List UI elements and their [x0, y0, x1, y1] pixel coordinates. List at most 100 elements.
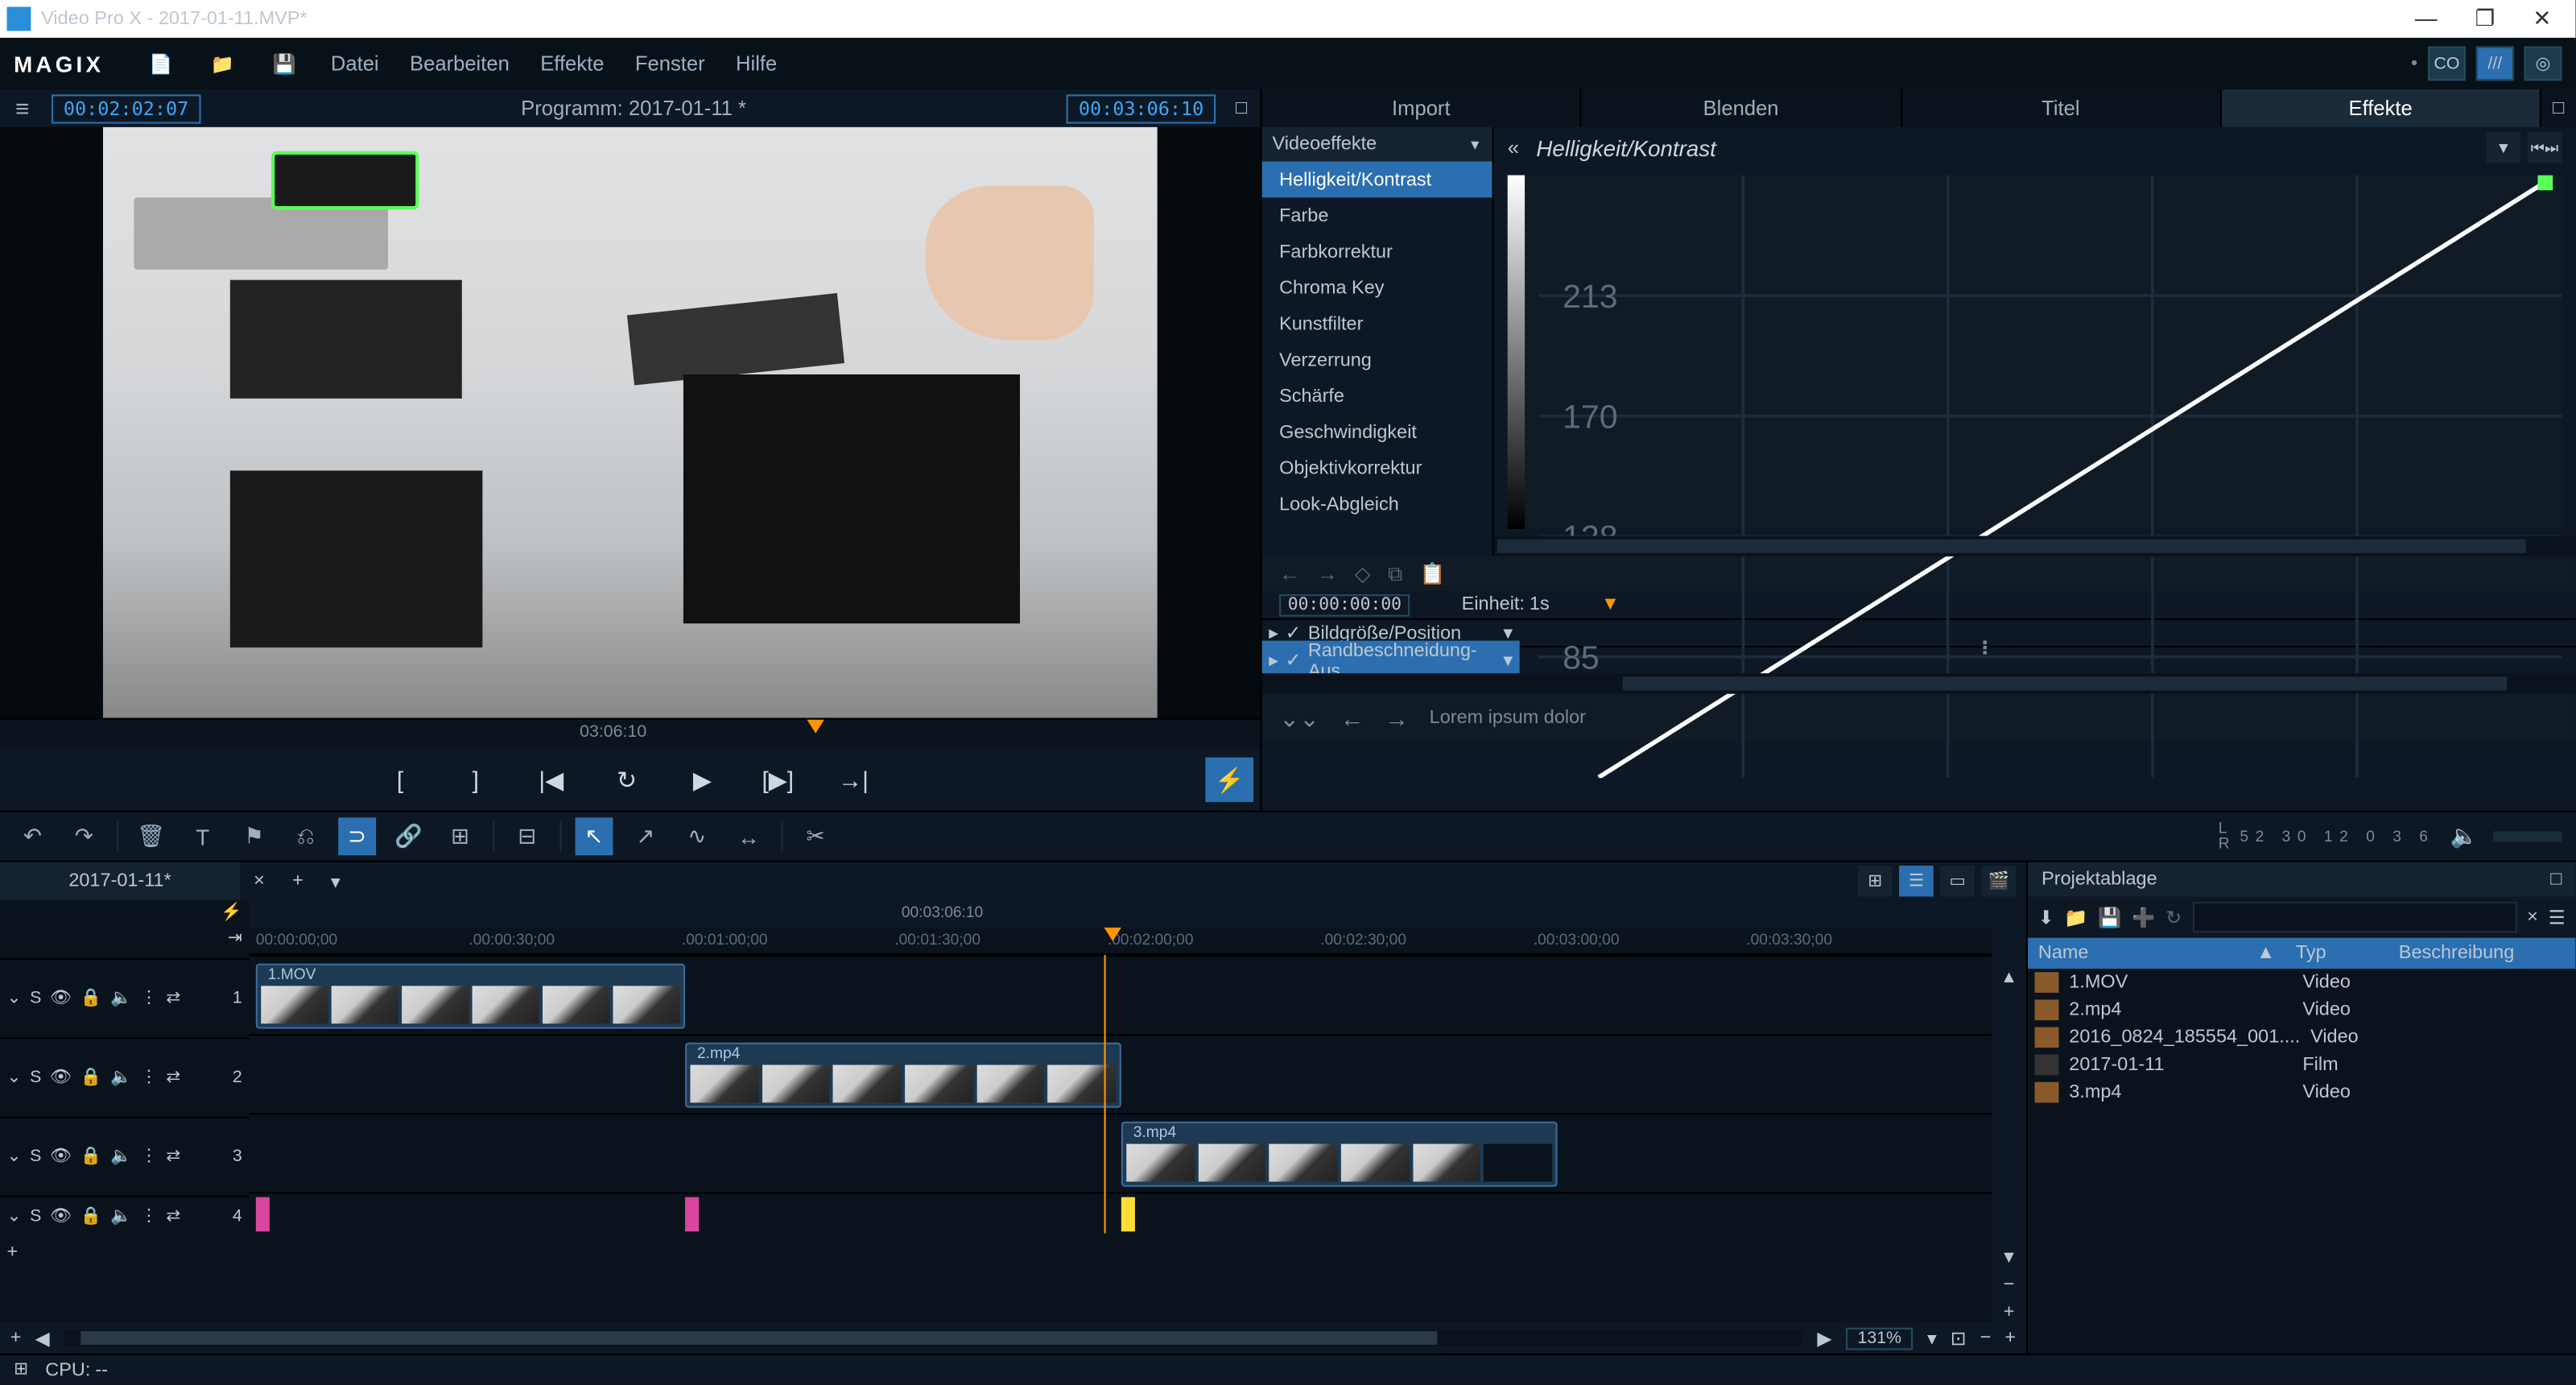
- track-header-1[interactable]: ⌄S👁🔒🔈⋮⇄1: [0, 958, 249, 1037]
- list-item[interactable]: 3.mp4Video: [2028, 1079, 2575, 1106]
- kf-timecode[interactable]: 00:00:00:00: [1279, 593, 1410, 616]
- zoom-in-icon[interactable]: +: [2004, 1328, 2016, 1349]
- import-icon[interactable]: ⬇: [2038, 906, 2054, 928]
- add-folder-icon[interactable]: ➕: [2132, 906, 2155, 928]
- scroll-right-icon[interactable]: ▶: [1817, 1327, 1831, 1350]
- playhead-line[interactable]: [1104, 955, 1106, 1234]
- volume-slider[interactable]: [2493, 831, 2562, 841]
- col-beschreibung[interactable]: Beschreibung: [2388, 938, 2524, 969]
- fx-item-farbkorrektur[interactable]: Farbkorrektur: [1262, 234, 1492, 270]
- timeline-ruler[interactable]: 00:00:00;00 .00:00:30;00 .00:01:00;00 .0…: [249, 928, 1992, 955]
- go-end-button[interactable]: →|: [835, 761, 873, 799]
- view-alt-icon[interactable]: ▭: [1940, 866, 1975, 896]
- tab-close-icon[interactable]: ×: [240, 870, 279, 891]
- fx-group-dropdown[interactable]: Videoeffekte ▼: [1262, 127, 1492, 162]
- track-1[interactable]: 1.MOV: [249, 955, 1992, 1034]
- menu-fenster[interactable]: Fenster: [635, 52, 705, 76]
- tab-blenden[interactable]: Blenden: [1582, 89, 1901, 127]
- new-file-icon[interactable]: 📄: [146, 48, 176, 79]
- track-3[interactable]: 3.mp4: [249, 1113, 1992, 1192]
- dot-icon[interactable]: •: [2411, 53, 2417, 74]
- scroll-down-icon[interactable]: ▼: [2000, 1249, 2017, 1267]
- curve-editor[interactable]: 213 170 128 85: [1508, 176, 2562, 529]
- menu-effekte[interactable]: Effekte: [540, 52, 604, 76]
- redo-button[interactable]: ↷: [65, 817, 103, 855]
- fx-item-verzerrung[interactable]: Verzerrung: [1262, 341, 1492, 378]
- zoom-out-v-icon[interactable]: −: [2004, 1275, 2015, 1296]
- close-button[interactable]: ✕: [2533, 5, 2551, 32]
- list-item[interactable]: 2016_0824_185554_001....Video: [2028, 1023, 2575, 1051]
- marker-button[interactable]: ⚑: [235, 817, 273, 855]
- track-header-2[interactable]: ⌄S👁🔒🔈⋮⇄2: [0, 1037, 249, 1116]
- curve-tool[interactable]: ∿: [679, 817, 716, 855]
- fx-item-geschwindigkeit[interactable]: Geschwindigkeit: [1262, 414, 1492, 450]
- track-2[interactable]: 2.mp4: [249, 1034, 1992, 1113]
- lightning-button[interactable]: ⚡: [1205, 758, 1253, 802]
- kf-prev-icon[interactable]: ←: [1279, 561, 1300, 585]
- zoom-in-v-icon[interactable]: +: [2004, 1302, 2015, 1323]
- view-list-icon[interactable]: ☰: [1899, 866, 1934, 896]
- clip-3mp4[interactable]: 3.mp4: [1121, 1122, 1558, 1187]
- chevron-down-icon[interactable]: ▾: [1503, 649, 1513, 672]
- fx-item-lookabgleich[interactable]: Look-Abgleich: [1262, 486, 1492, 523]
- mode-btn-1[interactable]: CO: [2428, 47, 2466, 81]
- lightning-small-icon[interactable]: ⚡: [221, 903, 242, 922]
- preview-playhead-icon[interactable]: [807, 720, 824, 734]
- marker-pink[interactable]: [685, 1197, 699, 1232]
- open-folder-icon[interactable]: 📁: [207, 48, 237, 79]
- fx-item-helligkeit[interactable]: Helligkeit/Kontrast: [1262, 162, 1492, 198]
- video-preview[interactable]: [103, 127, 1158, 718]
- fx-item-schaerfe[interactable]: Schärfe: [1262, 378, 1492, 414]
- fx-item-farbe[interactable]: Farbe: [1262, 197, 1492, 234]
- tab-add-icon[interactable]: +: [279, 870, 317, 891]
- track-4[interactable]: [249, 1192, 1992, 1233]
- cut-tool[interactable]: ✂: [797, 817, 835, 855]
- fx-scrollbar[interactable]: [1494, 535, 2576, 556]
- menu-hilfe[interactable]: Hilfe: [736, 52, 777, 76]
- save-icon[interactable]: 💾: [2098, 906, 2121, 928]
- link-button[interactable]: 🔗: [390, 817, 427, 855]
- play-range-button[interactable]: [▶]: [759, 761, 797, 799]
- refresh-icon[interactable]: ↻: [2165, 906, 2182, 928]
- kf-paste-icon[interactable]: 📋: [1420, 561, 1446, 585]
- tab-effekte[interactable]: Effekte: [2222, 89, 2541, 127]
- zoom-out-icon[interactable]: −: [1980, 1328, 1992, 1349]
- clear-search-icon[interactable]: ×: [2527, 907, 2538, 928]
- maximize-button[interactable]: ❐: [2475, 5, 2496, 32]
- title-button[interactable]: T: [184, 817, 221, 855]
- add-marker-button[interactable]: +: [10, 1328, 22, 1349]
- group-button[interactable]: ⊞: [441, 817, 479, 855]
- menu-datei[interactable]: Datei: [331, 52, 379, 76]
- timeline-ruler-top[interactable]: 00:03:06:10: [249, 900, 1992, 928]
- ungroup-button[interactable]: ⊟: [508, 817, 546, 855]
- list-item[interactable]: 1.MOVVideo: [2028, 969, 2575, 996]
- panel-maximize-icon[interactable]: □: [2541, 89, 2576, 127]
- undo-button[interactable]: ↶: [14, 817, 52, 855]
- view-list-icon[interactable]: ☰: [2549, 906, 2566, 928]
- list-item[interactable]: 2017-01-11Film: [2028, 1051, 2575, 1078]
- mode-btn-3[interactable]: ◎: [2524, 47, 2562, 81]
- tab-import[interactable]: Import: [1262, 89, 1582, 127]
- collapse-icon[interactable]: ⌄⌄: [1279, 703, 1319, 732]
- track-header-4[interactable]: ⌄S👁🔒🔈⋮⇄4: [0, 1196, 249, 1237]
- zoom-dropdown-icon[interactable]: ▾: [1927, 1327, 1937, 1350]
- view-camera-icon[interactable]: 🎬: [1981, 866, 2016, 896]
- preview-ruler[interactable]: 03:06:10: [0, 718, 1261, 749]
- add-track-button[interactable]: +: [7, 1242, 19, 1263]
- minimize-button[interactable]: —: [2415, 5, 2438, 32]
- sort-asc-icon[interactable]: ▲: [2256, 938, 2275, 969]
- timecode-out[interactable]: 00:03:06:10: [1067, 93, 1216, 122]
- lock-small-icon[interactable]: ⇥: [228, 929, 242, 948]
- save-icon[interactable]: 💾: [269, 48, 299, 79]
- zoom-value[interactable]: 131%: [1846, 1327, 1913, 1350]
- mode-btn-2[interactable]: ///: [2476, 47, 2514, 81]
- kf-add-icon[interactable]: ◇: [1355, 561, 1371, 585]
- list-item[interactable]: 2.mp4Video: [2028, 996, 2575, 1023]
- hint-back-icon[interactable]: ←: [1340, 705, 1364, 732]
- delete-button[interactable]: 🗑: [132, 817, 170, 855]
- track-header-3[interactable]: ⌄S👁🔒🔈⋮⇄3: [0, 1116, 249, 1195]
- timeline-hscroll[interactable]: [64, 1329, 1804, 1346]
- sequence-tab[interactable]: 2017-01-11*: [0, 862, 240, 900]
- arrow2-tool[interactable]: ↗: [627, 817, 665, 855]
- clip-2mp4[interactable]: 2.mp4: [685, 1043, 1121, 1108]
